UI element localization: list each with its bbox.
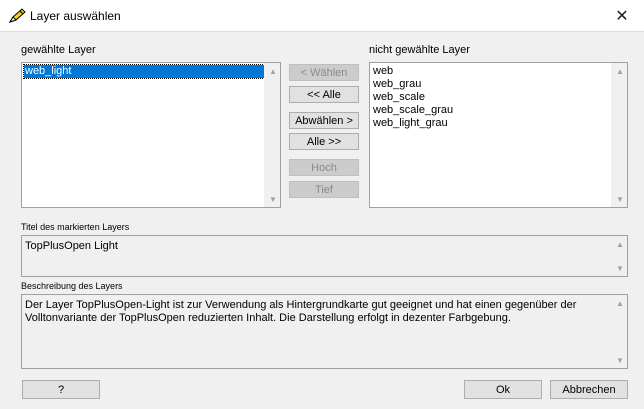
unselected-layers-label: nicht gewählte Layer bbox=[369, 44, 470, 56]
scroll-up-icon[interactable]: ▲ bbox=[612, 63, 627, 79]
layer-description-scrollbar[interactable]: ▲ ▼ bbox=[611, 295, 627, 368]
deselect-button[interactable]: Abwählen > bbox=[289, 112, 359, 129]
scroll-up-icon[interactable]: ▲ bbox=[612, 295, 627, 311]
move-up-button[interactable]: Hoch bbox=[289, 159, 359, 176]
layer-title-field[interactable]: TopPlusOpen Light ▲ ▼ bbox=[21, 235, 628, 277]
unselected-layers-scrollbar[interactable]: ▲ ▼ bbox=[611, 63, 627, 207]
unselected-layers-items: web web_grau web_scale web_scale_grau web_li… bbox=[372, 65, 611, 130]
window-title: Layer auswählen bbox=[30, 9, 121, 23]
selected-layers-items: web_light bbox=[23, 64, 265, 79]
scroll-down-icon[interactable]: ▼ bbox=[265, 191, 280, 207]
deselect-all-button[interactable]: Alle >> bbox=[289, 133, 359, 150]
close-icon: ✕ bbox=[615, 7, 629, 25]
scroll-up-icon[interactable]: ▲ bbox=[265, 63, 280, 79]
scroll-down-icon[interactable]: ▼ bbox=[612, 191, 627, 207]
help-button[interactable]: ? bbox=[22, 380, 100, 399]
layer-description-line: Der Layer TopPlusOpen-Light ist zur Verw… bbox=[25, 299, 577, 311]
layer-title-value: TopPlusOpen Light bbox=[25, 240, 118, 252]
select-button[interactable]: < Wählen bbox=[289, 64, 359, 81]
layer-title-label: Titel des markierten Layers bbox=[21, 222, 130, 232]
list-item[interactable]: web_light bbox=[23, 64, 265, 79]
list-item[interactable]: web_scale_grau bbox=[372, 104, 611, 117]
layer-description-field[interactable]: Der Layer TopPlusOpen-Light ist zur Verw… bbox=[21, 294, 628, 369]
layer-description-label: Beschreibung des Layers bbox=[21, 281, 123, 291]
layer-description-text: Der Layer TopPlusOpen-Light ist zur Verw… bbox=[25, 299, 609, 325]
list-item[interactable]: web_scale bbox=[372, 91, 611, 104]
selected-layers-label: gewählte Layer bbox=[21, 44, 96, 56]
scroll-down-icon[interactable]: ▼ bbox=[612, 352, 627, 368]
ok-button[interactable]: Ok bbox=[464, 380, 542, 399]
cancel-button[interactable]: Abbrechen bbox=[550, 380, 628, 399]
layer-title-scrollbar[interactable]: ▲ ▼ bbox=[611, 236, 627, 276]
selected-layers-list[interactable]: web_light ▲ ▼ bbox=[21, 62, 281, 208]
move-down-button[interactable]: Tief bbox=[289, 181, 359, 198]
layer-description-line: Volltonvariante der TopPlusOpen reduzier… bbox=[25, 312, 511, 324]
close-button[interactable]: ✕ bbox=[600, 0, 644, 31]
select-all-button[interactable]: << Alle bbox=[289, 86, 359, 103]
title-bar: Layer auswählen ✕ bbox=[0, 0, 644, 32]
scroll-up-icon[interactable]: ▲ bbox=[612, 236, 627, 252]
selected-layers-scrollbar[interactable]: ▲ ▼ bbox=[264, 63, 280, 207]
list-item[interactable]: web bbox=[372, 65, 611, 78]
scroll-down-icon[interactable]: ▼ bbox=[612, 260, 627, 276]
unselected-layers-list[interactable]: web web_grau web_scale web_scale_grau web_li… bbox=[369, 62, 628, 208]
list-item[interactable]: web_grau bbox=[372, 78, 611, 91]
list-item[interactable]: web_light_grau bbox=[372, 117, 611, 130]
pencil-app-icon bbox=[9, 8, 26, 23]
